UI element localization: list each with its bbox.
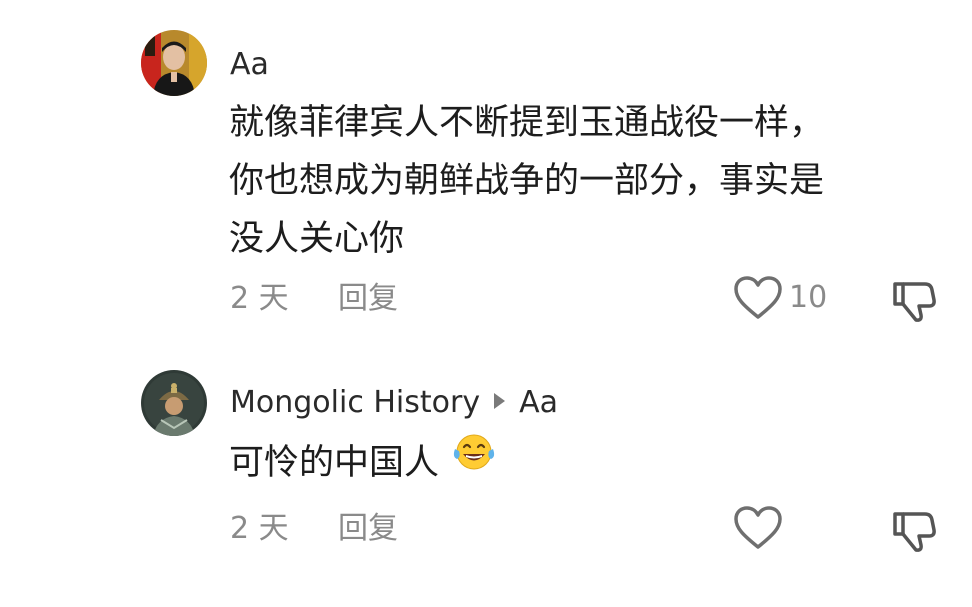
dislike-button[interactable] [890, 276, 938, 328]
tears-of-joy-emoji-icon [451, 431, 497, 491]
comment-text: 可怜的中国人 [229, 434, 497, 494]
comment-username[interactable]: Aa [230, 50, 269, 80]
comment-text-line: 就像菲律宾人不断提到玉通战役一样， [229, 103, 825, 143]
next-comment-avatar[interactable] [141, 600, 207, 607]
dislike-button[interactable] [890, 506, 938, 558]
comment-username-row: Mongolic History Aa [230, 388, 558, 418]
like-button[interactable] [733, 505, 783, 551]
like-count: 10 [789, 280, 828, 315]
comment-text-line: 可怜的中国人 [229, 443, 440, 483]
thumbs-down-icon [893, 282, 936, 322]
reply-to-arrow-icon [494, 392, 506, 409]
comment-timestamp: 2 天 [230, 281, 289, 316]
comment-thread: Aa 就像菲律宾人不断提到玉通战役一样， 你也想成为朝鲜战争的一部分，事实是 没… [0, 0, 972, 607]
heart-outline-icon [734, 506, 782, 549]
reply-to-username[interactable]: Aa [519, 385, 558, 420]
comment-text-line: 你也想成为朝鲜战争的一部分，事实是 [229, 161, 825, 201]
user-avatar[interactable] [141, 370, 207, 436]
comment-username[interactable]: Mongolic History [230, 385, 480, 420]
heart-outline-icon [734, 276, 782, 319]
user-avatar[interactable] [141, 30, 207, 96]
comment-item: Mongolic History Aa 可怜的中国人 2 天 回复 [0, 350, 972, 607]
user-photo-avatar-icon [141, 30, 207, 96]
comment-item: Aa 就像菲律宾人不断提到玉通战役一样， 你也想成为朝鲜战争的一部分，事实是 没… [0, 0, 972, 350]
reply-button[interactable]: 回复 [338, 514, 398, 544]
comment-text-line: 没人关心你 [229, 219, 405, 259]
reply-button[interactable]: 回复 [338, 284, 398, 314]
thumbs-down-icon [893, 512, 936, 552]
like-button[interactable]: 10 [733, 275, 827, 321]
comment-timestamp: 2 天 [230, 511, 289, 546]
illustrated-avatar-icon [141, 370, 207, 436]
comment-text: 就像菲律宾人不断提到玉通战役一样， 你也想成为朝鲜战争的一部分，事实是 没人关心… [229, 94, 824, 268]
